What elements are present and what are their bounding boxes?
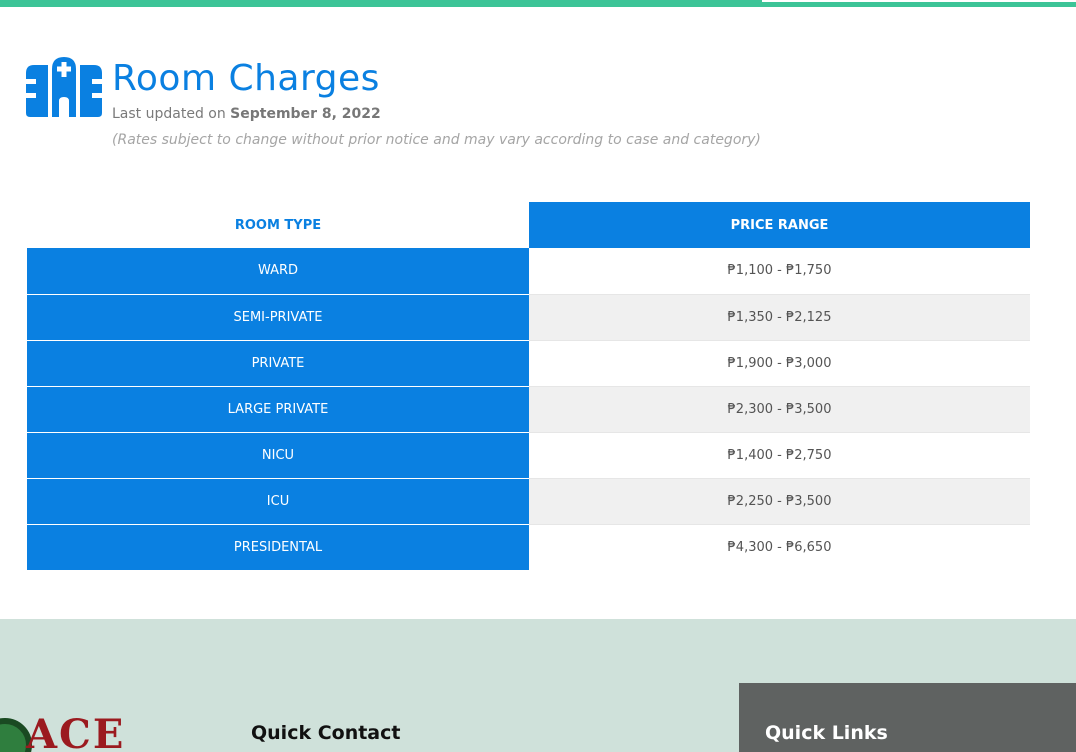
- price-range-cell: ₱4,300 - ₱6,650: [529, 524, 1030, 570]
- room-type-cell: NICU: [27, 432, 529, 479]
- table-row: WARD ₱1,100 - ₱1,750: [27, 248, 1030, 295]
- column-header-price-range: PRICE RANGE: [529, 202, 1030, 248]
- table-row: PRIVATE ₱1,900 - ₱3,000: [27, 340, 1030, 387]
- price-range-cell: ₱1,350 - ₱2,125: [529, 294, 1030, 341]
- top-accent-bar-right: [762, 2, 1076, 7]
- last-updated-date: September 8, 2022: [230, 106, 381, 122]
- room-type-cell: LARGE PRIVATE: [27, 386, 529, 433]
- quick-links-panel: Quick Links: [739, 683, 1076, 752]
- room-type-cell: PRIVATE: [27, 340, 529, 387]
- last-updated-prefix: Last updated on: [112, 106, 231, 122]
- page-title: Room Charges: [112, 58, 380, 99]
- table-row: NICU ₱1,400 - ₱2,750: [27, 432, 1030, 479]
- table-row: PRESIDENTAL ₱4,300 - ₱6,650: [27, 524, 1030, 570]
- quick-contact-heading: Quick Contact: [251, 722, 401, 744]
- room-type-cell: ICU: [27, 478, 529, 525]
- table-row: LARGE PRIVATE ₱2,300 - ₱3,500: [27, 386, 1030, 433]
- price-range-cell: ₱1,400 - ₱2,750: [529, 432, 1030, 479]
- price-range-cell: ₱2,300 - ₱3,500: [529, 386, 1030, 433]
- room-type-cell: SEMI-PRIVATE: [27, 294, 529, 341]
- footer-logo[interactable]: ACE: [26, 711, 125, 752]
- table-row: SEMI-PRIVATE ₱1,350 - ₱2,125: [27, 294, 1030, 341]
- rates-note: (Rates subject to change without prior n…: [112, 132, 761, 148]
- last-updated: Last updated on September 8, 2022: [112, 105, 381, 123]
- top-accent-bar: [0, 0, 762, 7]
- table-header-row: ROOM TYPE PRICE RANGE: [27, 202, 1030, 248]
- room-type-cell: PRESIDENTAL: [27, 524, 529, 570]
- price-range-cell: ₱2,250 - ₱3,500: [529, 478, 1030, 525]
- room-type-cell: WARD: [27, 248, 529, 295]
- site-footer: ACE Quick Contact Quick Links: [0, 619, 1076, 752]
- room-charges-table: ROOM TYPE PRICE RANGE WARD ₱1,100 - ₱1,7…: [27, 202, 1030, 570]
- quick-links-heading: Quick Links: [765, 722, 888, 744]
- hospital-icon: [26, 57, 102, 117]
- table-row: ICU ₱2,250 - ₱3,500: [27, 478, 1030, 525]
- price-range-cell: ₱1,100 - ₱1,750: [529, 248, 1030, 295]
- price-range-cell: ₱1,900 - ₱3,000: [529, 340, 1030, 387]
- column-header-room-type: ROOM TYPE: [27, 202, 529, 248]
